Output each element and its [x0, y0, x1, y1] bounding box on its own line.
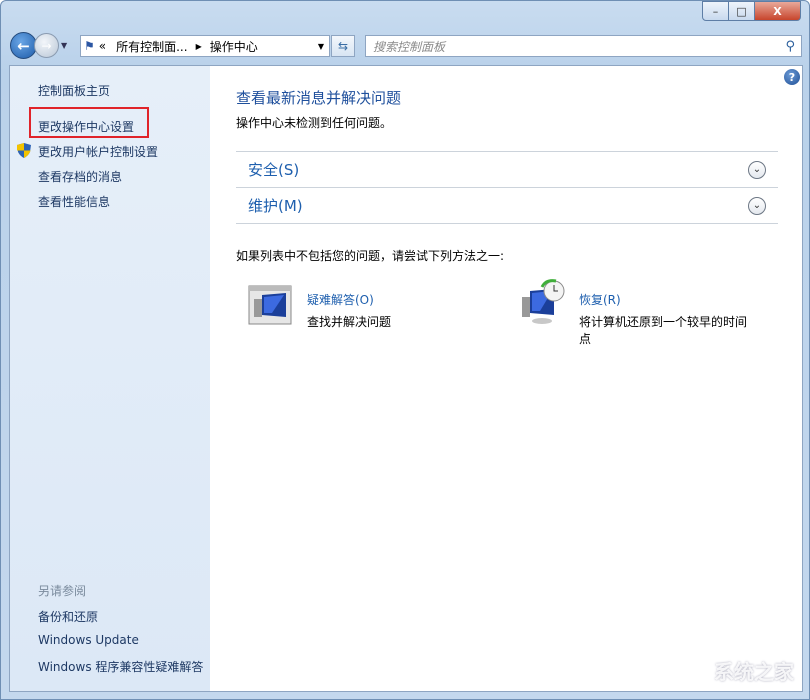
help-icon[interactable]: ?: [784, 69, 800, 85]
sidebar-item-performance-info[interactable]: 查看性能信息: [38, 193, 110, 210]
breadcrumb-separator-icon[interactable]: ▶: [196, 42, 202, 51]
breadcrumb-action-center[interactable]: 操作中心: [210, 38, 258, 55]
section-maintenance-label: 维护(M): [248, 195, 303, 216]
recovery-description: 将计算机还原到一个较早的时间点: [579, 314, 749, 348]
page-title: 查看最新消息并解决问题: [236, 87, 401, 108]
section-security[interactable]: 安全(S) ⌄: [236, 151, 778, 187]
see-also-heading: 另请参阅: [38, 582, 86, 599]
uac-shield-icon: [17, 143, 31, 158]
sidebar-item-change-action-center-settings[interactable]: 更改操作中心设置: [38, 118, 134, 135]
caption-buttons: – □ X: [702, 1, 801, 21]
section-security-label: 安全(S): [248, 159, 299, 180]
watermark-logo: 系统之家: [714, 656, 794, 685]
search-input[interactable]: 搜索控制面板 ⚲: [365, 35, 802, 57]
breadcrumb-all-control-panel[interactable]: 所有控制面...: [116, 38, 187, 55]
overflow-chevron[interactable]: «: [99, 39, 106, 53]
chevron-down-icon[interactable]: ⌄: [748, 197, 766, 215]
sidebar: 控制面板主页 更改操作中心设置 更改用户帐户控制设置 查看存档的消息 查看性能信…: [10, 66, 210, 691]
back-button[interactable]: ←: [10, 32, 37, 59]
window-frame: – □ X ← → ▼ ⚑ « 所有控制面... ▶ 操作中心 ▼ ⇆ 搜索控制…: [0, 0, 810, 700]
divider: [236, 223, 778, 224]
sidebar-item-control-panel-home[interactable]: 控制面板主页: [38, 82, 110, 99]
recent-pages-dropdown[interactable]: ▼: [61, 41, 67, 50]
flag-icon: ⚑: [84, 39, 95, 53]
sidebar-item-change-uac-settings[interactable]: 更改用户帐户控制设置: [38, 143, 158, 160]
refresh-button[interactable]: ⇆: [331, 35, 355, 57]
recovery-link[interactable]: 恢复(R): [579, 291, 621, 308]
see-also-compatibility-troubleshooter[interactable]: Windows 程序兼容性疑难解答: [38, 658, 203, 675]
search-placeholder: 搜索控制面板: [373, 38, 445, 55]
minimize-button[interactable]: –: [702, 1, 729, 21]
main-panel: ? 查看最新消息并解决问题 操作中心未检测到任何问题。 安全(S) ⌄ 维护(M…: [210, 66, 802, 691]
chevron-down-icon[interactable]: ⌄: [748, 161, 766, 179]
section-maintenance[interactable]: 维护(M) ⌄: [236, 187, 778, 223]
close-button[interactable]: X: [755, 1, 801, 21]
troubleshooting-link[interactable]: 疑难解答(O): [307, 291, 374, 308]
maximize-button[interactable]: □: [729, 1, 755, 21]
status-message: 操作中心未检测到任何问题。: [236, 114, 392, 131]
see-also-windows-update[interactable]: Windows Update: [38, 633, 139, 647]
address-bar[interactable]: ⚑ « 所有控制面... ▶ 操作中心 ▼: [80, 35, 330, 57]
troubleshoot-icon: [248, 285, 292, 325]
search-icon[interactable]: ⚲: [785, 39, 795, 54]
see-also-backup-restore[interactable]: 备份和还原: [38, 608, 98, 625]
navigation-buttons: ← → ▼: [10, 32, 67, 59]
recovery-icon: [518, 279, 566, 325]
sidebar-item-archived-messages[interactable]: 查看存档的消息: [38, 168, 122, 185]
forward-button[interactable]: →: [34, 33, 59, 58]
alternatives-prompt: 如果列表中不包括您的问题，请尝试下列方法之一:: [236, 247, 504, 264]
troubleshooting-description: 查找并解决问题: [307, 314, 477, 331]
address-dropdown-icon[interactable]: ▼: [318, 42, 324, 51]
content-area: 控制面板主页 更改操作中心设置 更改用户帐户控制设置 查看存档的消息 查看性能信…: [9, 65, 803, 692]
